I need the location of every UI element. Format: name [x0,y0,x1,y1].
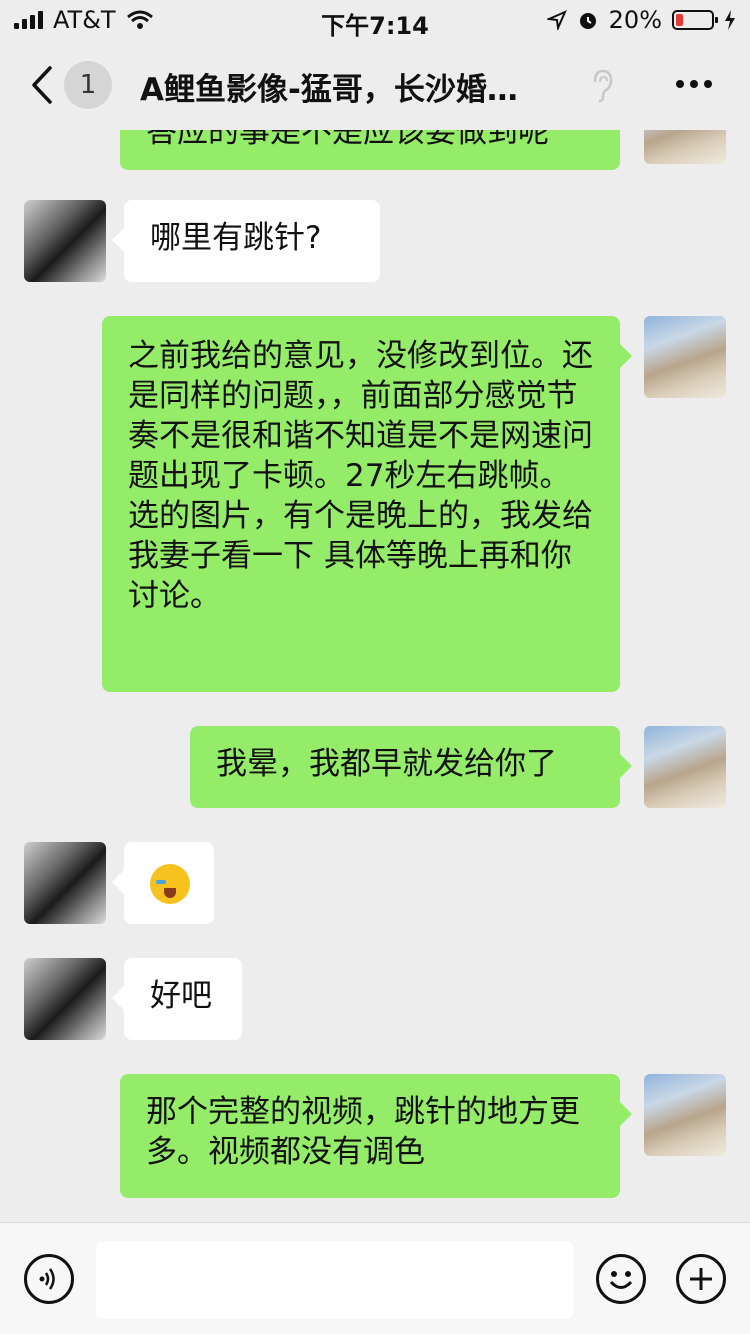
message-bubble-outgoing[interactable]: 那个完整的视频，跳针的地方更多。视频都没有调色 [120,1074,632,1198]
alarm-clock-icon [579,13,596,29]
message-bubble-outgoing[interactable]: 之前我给的意见，没修改到位。还是同样的问题，，前面部分感觉节奏不是很和谐不知道是… [102,316,632,692]
message-bubble-incoming[interactable] [112,842,214,924]
crying-face-emoji [150,864,190,904]
status-right-group: 20% [546,6,736,34]
message-bubble-outgoing[interactable]: 我晕，我都早就发给你了 [190,726,632,808]
charging-bolt-icon [725,10,735,30]
avatar-contact[interactable] [24,958,106,1040]
avatar-self[interactable] [644,1074,726,1156]
message-bubble-outgoing[interactable]: 答应的事是不是应该要做到呢 [120,130,620,170]
avatar-contact[interactable] [24,842,106,924]
chevron-left-icon[interactable] [30,65,54,105]
battery-fill [676,14,683,26]
avatar-self[interactable] [644,130,726,164]
avatar-self[interactable] [644,316,726,398]
message-bubble-incoming[interactable]: 哪里有跳针? [112,200,380,282]
avatar-contact[interactable] [24,200,106,282]
battery-icon [672,10,718,30]
message-input[interactable] [96,1241,574,1319]
status-bar: AT&T 下午7:14 20% [0,0,750,40]
voice-icon[interactable] [24,1254,74,1304]
chat-area[interactable]: 答应的事是不是应该要做到呢 哪里有跳针? 之前我给的意见，没修改到位。还是同样的… [0,130,750,1222]
plus-icon[interactable] [676,1254,726,1304]
input-bar [0,1222,750,1334]
smiley-icon[interactable] [596,1254,646,1304]
location-arrow-icon [546,10,567,30]
message-bubble-incoming[interactable]: 好吧 [112,958,242,1040]
nav-bar: 1 A鲤鱼影像-猛哥，长沙婚… [0,40,750,130]
ear-icon [593,69,613,103]
unread-count-badge[interactable]: 1 [64,61,112,109]
chat-title: A鲤鱼影像-猛哥，长沙婚… [140,72,518,108]
more-icon[interactable] [676,80,712,88]
battery-percent: 20% [608,6,662,34]
avatar-self[interactable] [644,726,726,808]
